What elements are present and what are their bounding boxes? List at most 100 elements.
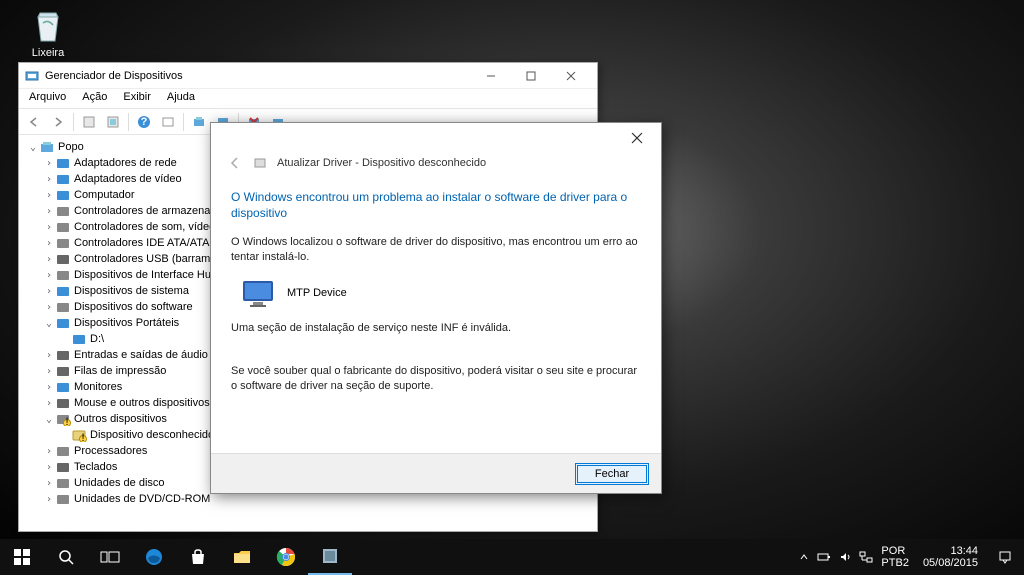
store-button[interactable] (176, 539, 220, 575)
computer-icon (55, 188, 71, 202)
toolbar-button[interactable] (102, 111, 124, 133)
expander-icon[interactable]: › (43, 270, 55, 281)
expander-icon[interactable]: › (43, 382, 55, 393)
dialog-heading: O Windows encontrou um problema ao insta… (231, 189, 641, 221)
running-app-button[interactable] (308, 539, 352, 575)
hid-icon (55, 268, 71, 282)
tree-node-label: Unidades de DVD/CD-ROM (74, 493, 210, 505)
expander-icon[interactable]: › (43, 174, 55, 185)
tree-node-label: D:\ (90, 333, 104, 345)
menu-action[interactable]: Ação (78, 91, 111, 106)
sound-icon (55, 220, 71, 234)
storage-icon (55, 204, 71, 218)
expander-icon[interactable]: › (43, 366, 55, 377)
tree-node-label: Unidades de disco (74, 477, 165, 489)
file-explorer-button[interactable] (220, 539, 264, 575)
tree-node-label: Dispositivos de sistema (74, 285, 189, 297)
optical-icon (55, 492, 71, 506)
expander-icon[interactable]: › (43, 190, 55, 201)
expander-icon[interactable]: ⌄ (43, 318, 55, 329)
tray-network-icon[interactable] (859, 551, 873, 563)
tree-node-label: Processadores (74, 445, 147, 457)
tray-volume-icon[interactable] (839, 551, 851, 563)
expander-icon[interactable]: ⌄ (43, 414, 55, 425)
toolbar-button[interactable] (157, 111, 179, 133)
taskview-button[interactable] (88, 539, 132, 575)
menu-file[interactable]: Arquivo (25, 91, 70, 106)
expander-icon[interactable]: › (43, 222, 55, 233)
expander-icon[interactable]: › (43, 254, 55, 265)
tray-chevron-icon[interactable] (799, 552, 809, 562)
menubar: Arquivo Ação Exibir Ajuda (19, 89, 597, 109)
tray-battery-icon[interactable] (817, 552, 831, 562)
dialog-close-button[interactable] (623, 128, 651, 148)
expander-icon[interactable]: › (43, 462, 55, 473)
notifications-button[interactable] (992, 550, 1018, 564)
desktop-icon-recycle-bin[interactable]: Lixeira (18, 5, 78, 59)
tree-node-label: Dispositivo desconhecido (90, 429, 214, 441)
desktop-icon-label: Lixeira (18, 47, 78, 59)
tree-node-label: Outros dispositivos (74, 413, 167, 425)
tree-node-label: Controladores IDE ATA/ATAPI (74, 237, 220, 249)
language-indicator[interactable]: POR PTB2 (881, 545, 909, 569)
dialog-footer: Fechar (211, 453, 661, 493)
menu-view[interactable]: Exibir (119, 91, 155, 106)
maximize-button[interactable] (511, 64, 551, 88)
unknown-icon: ! (71, 428, 87, 442)
expander-icon[interactable]: ⌄ (27, 142, 39, 153)
system-tray: POR PTB2 13:44 05/08/2015 (793, 545, 1024, 569)
cpu-icon (55, 444, 71, 458)
svg-text:!: ! (81, 432, 84, 442)
expander-icon[interactable]: › (43, 446, 55, 457)
back-button[interactable] (23, 111, 45, 133)
forward-button[interactable] (47, 111, 69, 133)
expander-icon[interactable]: › (43, 302, 55, 313)
help-button[interactable]: ? (133, 111, 155, 133)
device-name: MTP Device (287, 287, 347, 299)
scan-button[interactable] (188, 111, 210, 133)
network-icon (55, 156, 71, 170)
expander-icon[interactable]: › (43, 398, 55, 409)
other-icon: ! (55, 412, 71, 426)
titlebar[interactable]: Gerenciador de Dispositivos (19, 63, 597, 89)
tree-node-label: Adaptadores de rede (74, 157, 177, 169)
disk-icon (55, 476, 71, 490)
svg-text:?: ? (141, 116, 148, 128)
tree-node-label: Dispositivos do software (74, 301, 193, 313)
search-button[interactable] (44, 539, 88, 575)
app-icon (25, 69, 39, 83)
close-button[interactable]: Fechar (575, 463, 649, 485)
minimize-button[interactable] (471, 64, 511, 88)
system-icon (55, 284, 71, 298)
tree-node-label: Popo (58, 141, 84, 153)
tree-node-label: Monitores (74, 381, 122, 393)
expander-icon[interactable]: › (43, 158, 55, 169)
device-row: MTP Device (241, 279, 641, 307)
tree-node-label: Teclados (74, 461, 117, 473)
dialog-breadcrumb: Atualizar Driver - Dispositivo desconhec… (211, 153, 661, 181)
start-button[interactable] (0, 539, 44, 575)
expander-icon[interactable]: › (43, 206, 55, 217)
expander-icon[interactable]: › (43, 478, 55, 489)
display-icon (55, 172, 71, 186)
dialog-message-2: Uma seção de instalação de serviço neste… (231, 321, 641, 336)
tree-node-label: Adaptadores de vídeo (74, 173, 182, 185)
expander-icon[interactable]: › (43, 350, 55, 361)
expander-icon[interactable]: › (43, 286, 55, 297)
dialog-message-3: Se você souber qual o fabricante do disp… (231, 364, 641, 394)
monitor-icon (55, 380, 71, 394)
menu-help[interactable]: Ajuda (163, 91, 199, 106)
taskbar: POR PTB2 13:44 05/08/2015 (0, 539, 1024, 575)
edge-button[interactable] (132, 539, 176, 575)
chrome-button[interactable] (264, 539, 308, 575)
expander-icon[interactable]: › (43, 238, 55, 249)
print-icon (55, 364, 71, 378)
clock[interactable]: 13:44 05/08/2015 (917, 545, 984, 569)
expander-icon[interactable]: › (43, 494, 55, 505)
keyboard-icon (55, 460, 71, 474)
toolbar-button[interactable] (78, 111, 100, 133)
usb-icon (55, 252, 71, 266)
dialog-back-button[interactable] (227, 155, 243, 171)
dialog-message-1: O Windows localizou o software de driver… (231, 235, 641, 265)
close-button[interactable] (551, 64, 591, 88)
